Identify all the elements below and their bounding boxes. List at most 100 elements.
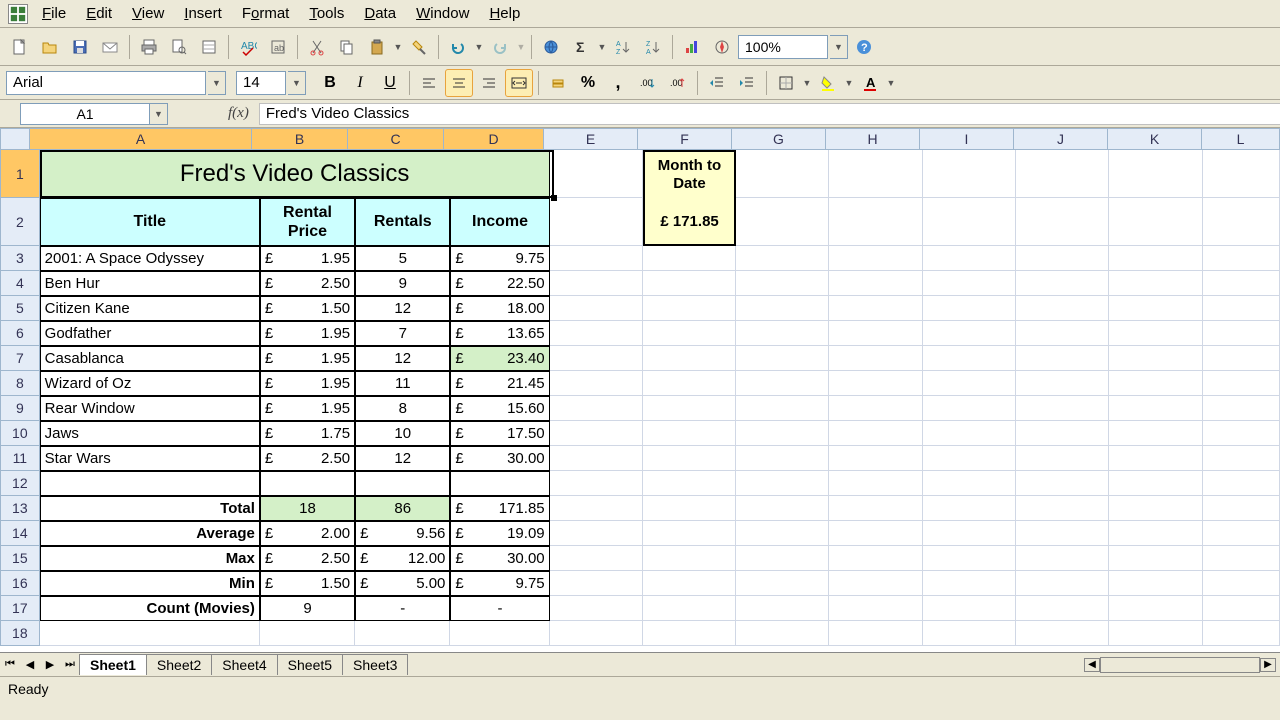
cell-F5[interactable] [643, 296, 736, 321]
font-name-dropdown[interactable]: ▼ [208, 71, 226, 95]
cell-I1[interactable] [923, 150, 1016, 198]
cell-L8[interactable] [1203, 371, 1280, 396]
print-button[interactable] [135, 33, 163, 61]
cell-E8[interactable] [550, 371, 643, 396]
cell-I3[interactable] [923, 246, 1016, 271]
add-decimal-button[interactable]: .00 [634, 69, 662, 97]
cell-I8[interactable] [923, 371, 1016, 396]
cell-F9[interactable] [643, 396, 736, 421]
borders-button[interactable] [772, 69, 800, 97]
cell-price[interactable]: £1.75 [260, 421, 355, 446]
cell-H8[interactable] [829, 371, 922, 396]
column-header-D[interactable]: D [444, 128, 544, 150]
cell-title[interactable]: Casablanca [40, 346, 260, 371]
cell-H12[interactable] [829, 471, 922, 496]
summary-b-count[interactable]: 9 [260, 596, 355, 621]
zoom-input[interactable]: 100% [738, 35, 828, 59]
cell-rentals[interactable]: 12 [355, 346, 450, 371]
fontcolor-button[interactable]: A [856, 69, 884, 97]
menu-format[interactable]: Format [232, 1, 300, 26]
cell-L6[interactable] [1203, 321, 1280, 346]
summary-label-max[interactable]: Max [40, 546, 260, 571]
sheet-tab-Sheet5[interactable]: Sheet5 [277, 654, 343, 675]
cell-E3[interactable] [550, 246, 643, 271]
format-paintbrush-button[interactable] [405, 33, 433, 61]
cell-G18[interactable] [736, 621, 829, 646]
cell-G17[interactable] [736, 596, 829, 621]
row-header-17[interactable]: 17 [0, 596, 40, 621]
open-button[interactable] [36, 33, 64, 61]
cell-E17[interactable] [550, 596, 643, 621]
spellcheck-button[interactable]: ABC [234, 33, 262, 61]
increase-indent-button[interactable] [733, 69, 761, 97]
tab-nav-last[interactable]: ⏭ [60, 655, 80, 675]
menu-insert[interactable]: Insert [174, 1, 232, 26]
cell-F12[interactable] [643, 471, 736, 496]
cell-title[interactable]: Godfather [40, 321, 260, 346]
cell-title[interactable]: Jaws [40, 421, 260, 446]
fontcolor-dropdown[interactable]: ▼ [886, 78, 896, 88]
summary-label-count[interactable]: Count (Movies) [40, 596, 260, 621]
summary-b-total[interactable]: 18 [260, 496, 355, 521]
row-header-2[interactable]: 2 [0, 198, 40, 246]
cell-I13[interactable] [923, 496, 1016, 521]
tab-nav-prev[interactable]: ◀ [20, 655, 40, 675]
cell-title[interactable]: Wizard of Oz [40, 371, 260, 396]
cell-price[interactable]: £1.95 [260, 246, 355, 271]
cell-I18[interactable] [923, 621, 1016, 646]
sort-asc-button[interactable]: AZ [609, 33, 637, 61]
summary-label-total[interactable]: Total [40, 496, 260, 521]
summary-d-total[interactable]: £171.85 [450, 496, 549, 521]
cell-J3[interactable] [1016, 246, 1109, 271]
cell-G7[interactable] [736, 346, 829, 371]
cell-F10[interactable] [643, 421, 736, 446]
cell-income[interactable]: £21.45 [450, 371, 549, 396]
cell-E11[interactable] [550, 446, 643, 471]
cell-G12[interactable] [736, 471, 829, 496]
cell-J4[interactable] [1016, 271, 1109, 296]
sheet-tab-Sheet1[interactable]: Sheet1 [79, 654, 147, 675]
month-to-date-value[interactable]: £ 171.85 [643, 198, 736, 246]
cell-K14[interactable] [1109, 521, 1202, 546]
cell-rentals[interactable]: 12 [355, 446, 450, 471]
cell-F13[interactable] [643, 496, 736, 521]
cell-F6[interactable] [643, 321, 736, 346]
cell-J5[interactable] [1016, 296, 1109, 321]
selection-handle[interactable] [551, 195, 557, 201]
cell-J6[interactable] [1016, 321, 1109, 346]
font-name-input[interactable]: Arial [6, 71, 206, 95]
row-header-14[interactable]: 14 [0, 521, 40, 546]
column-header-H[interactable]: H [826, 128, 920, 150]
cell-H5[interactable] [829, 296, 922, 321]
summary-b-max[interactable]: £2.50 [260, 546, 355, 571]
cell-I16[interactable] [923, 571, 1016, 596]
cell-K11[interactable] [1109, 446, 1202, 471]
spreadsheet-grid[interactable]: ABCDEFGHIJKL 1Fred's Video ClassicsMonth… [0, 128, 1280, 652]
cell-K8[interactable] [1109, 371, 1202, 396]
summary-c-min[interactable]: £5.00 [355, 571, 450, 596]
cell-L10[interactable] [1203, 421, 1280, 446]
column-header-I[interactable]: I [920, 128, 1014, 150]
new-button[interactable] [6, 33, 34, 61]
column-header-L[interactable]: L [1202, 128, 1280, 150]
cell-I6[interactable] [923, 321, 1016, 346]
sort-desc-button[interactable]: ZA [639, 33, 667, 61]
summary-c-total[interactable]: 86 [355, 496, 450, 521]
cell-F8[interactable] [643, 371, 736, 396]
cell-E16[interactable] [550, 571, 643, 596]
row-header-7[interactable]: 7 [0, 346, 40, 371]
cell-L12[interactable] [1203, 471, 1280, 496]
row-header-13[interactable]: 13 [0, 496, 40, 521]
column-header-F[interactable]: F [638, 128, 732, 150]
italic-button[interactable]: I [346, 69, 374, 97]
column-header-E[interactable]: E [544, 128, 638, 150]
cut-button[interactable] [303, 33, 331, 61]
cell-I14[interactable] [923, 521, 1016, 546]
cell-F16[interactable] [643, 571, 736, 596]
cell-E6[interactable] [550, 321, 643, 346]
hyperlink-button[interactable] [537, 33, 565, 61]
cell-D12[interactable] [450, 471, 549, 496]
summary-b-average[interactable]: £2.00 [260, 521, 355, 546]
cell-E9[interactable] [550, 396, 643, 421]
hscroll-right[interactable]: ▶ [1260, 658, 1276, 672]
